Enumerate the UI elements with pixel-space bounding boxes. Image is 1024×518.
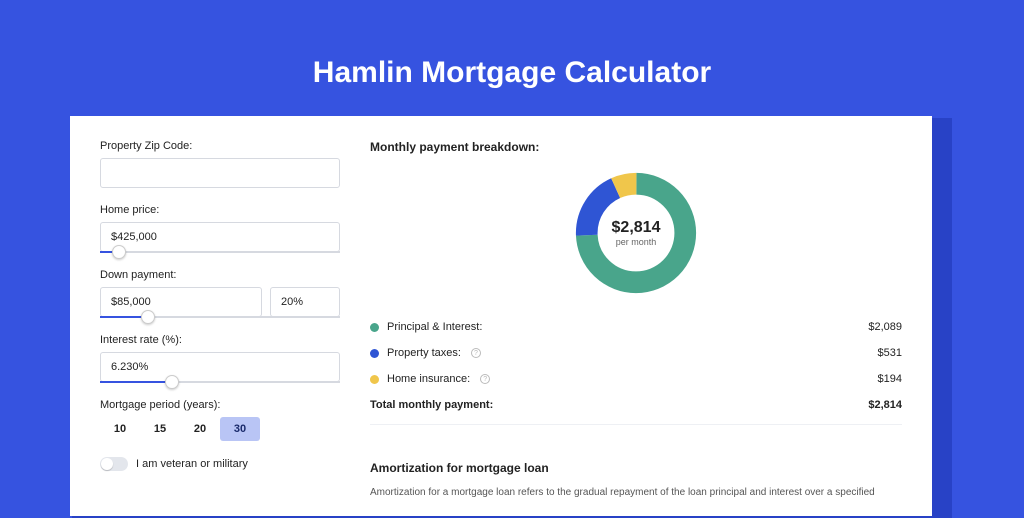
legend-label: Principal & Interest:	[387, 321, 482, 333]
home-price-label: Home price:	[100, 204, 340, 216]
legend-value: $2,089	[868, 321, 902, 333]
legend-dot-icon	[370, 375, 379, 384]
donut-amount: $2,814	[612, 219, 661, 237]
veteran-toggle-row: I am veteran or military	[100, 457, 340, 471]
legend-row-principal: Principal & Interest: $2,089	[370, 314, 902, 340]
period-option-20[interactable]: 20	[180, 417, 220, 441]
slider-thumb[interactable]	[165, 375, 179, 389]
down-payment-slider[interactable]	[100, 316, 340, 318]
amortization-title: Amortization for mortgage loan	[370, 461, 902, 475]
amortization-text: Amortization for a mortgage loan refers …	[370, 485, 902, 500]
zip-group: Property Zip Code:	[100, 140, 340, 188]
interest-rate-label: Interest rate (%):	[100, 334, 340, 346]
legend-value: $531	[878, 347, 902, 359]
period-option-10[interactable]: 10	[100, 417, 140, 441]
donut-chart-wrap: $2,814 per month	[370, 168, 902, 298]
veteran-label: I am veteran or military	[136, 458, 248, 470]
down-payment-label: Down payment:	[100, 269, 340, 281]
total-value: $2,814	[868, 399, 902, 411]
interest-rate-input[interactable]	[100, 352, 340, 382]
donut-subtext: per month	[616, 237, 657, 247]
period-group: Mortgage period (years): 10 15 20 30	[100, 399, 340, 441]
breakdown-title: Monthly payment breakdown:	[370, 140, 902, 154]
veteran-toggle[interactable]	[100, 457, 128, 471]
zip-input[interactable]	[100, 158, 340, 188]
legend-row-taxes: Property taxes: ? $531	[370, 340, 902, 366]
card-shadow: Property Zip Code: Home price: Down paym…	[72, 118, 952, 518]
divider	[370, 424, 902, 425]
interest-rate-slider[interactable]	[100, 381, 340, 383]
home-price-slider[interactable]	[100, 251, 340, 253]
period-option-30[interactable]: 30	[220, 417, 260, 441]
amortization-section: Amortization for mortgage loan Amortizat…	[370, 445, 902, 500]
interest-rate-group: Interest rate (%):	[100, 334, 340, 383]
page-title: Hamlin Mortgage Calculator	[0, 0, 1024, 90]
legend-value: $194	[878, 373, 902, 385]
toggle-knob	[101, 458, 113, 470]
zip-label: Property Zip Code:	[100, 140, 340, 152]
period-label: Mortgage period (years):	[100, 399, 340, 411]
total-label: Total monthly payment:	[370, 399, 493, 411]
slider-thumb[interactable]	[112, 245, 126, 259]
legend-row-insurance: Home insurance: ? $194	[370, 366, 902, 392]
down-payment-amount-input[interactable]	[100, 287, 262, 317]
home-price-input[interactable]	[100, 222, 340, 252]
legend-dot-icon	[370, 349, 379, 358]
info-icon[interactable]: ?	[480, 374, 490, 384]
legend-label: Home insurance:	[387, 373, 470, 385]
calculator-card: Property Zip Code: Home price: Down paym…	[70, 116, 932, 516]
period-option-15[interactable]: 15	[140, 417, 180, 441]
legend-dot-icon	[370, 323, 379, 332]
info-icon[interactable]: ?	[471, 348, 481, 358]
period-options: 10 15 20 30	[100, 417, 340, 441]
breakdown-column: Monthly payment breakdown: $2,814 per mo…	[370, 140, 902, 516]
down-payment-group: Down payment:	[100, 269, 340, 318]
legend-row-total: Total monthly payment: $2,814	[370, 392, 902, 418]
donut-chart: $2,814 per month	[571, 168, 701, 298]
slider-thumb[interactable]	[141, 310, 155, 324]
legend-label: Property taxes:	[387, 347, 461, 359]
input-column: Property Zip Code: Home price: Down paym…	[100, 140, 340, 516]
donut-center: $2,814 per month	[571, 168, 701, 298]
down-payment-percent-input[interactable]	[270, 287, 340, 317]
home-price-group: Home price:	[100, 204, 340, 253]
